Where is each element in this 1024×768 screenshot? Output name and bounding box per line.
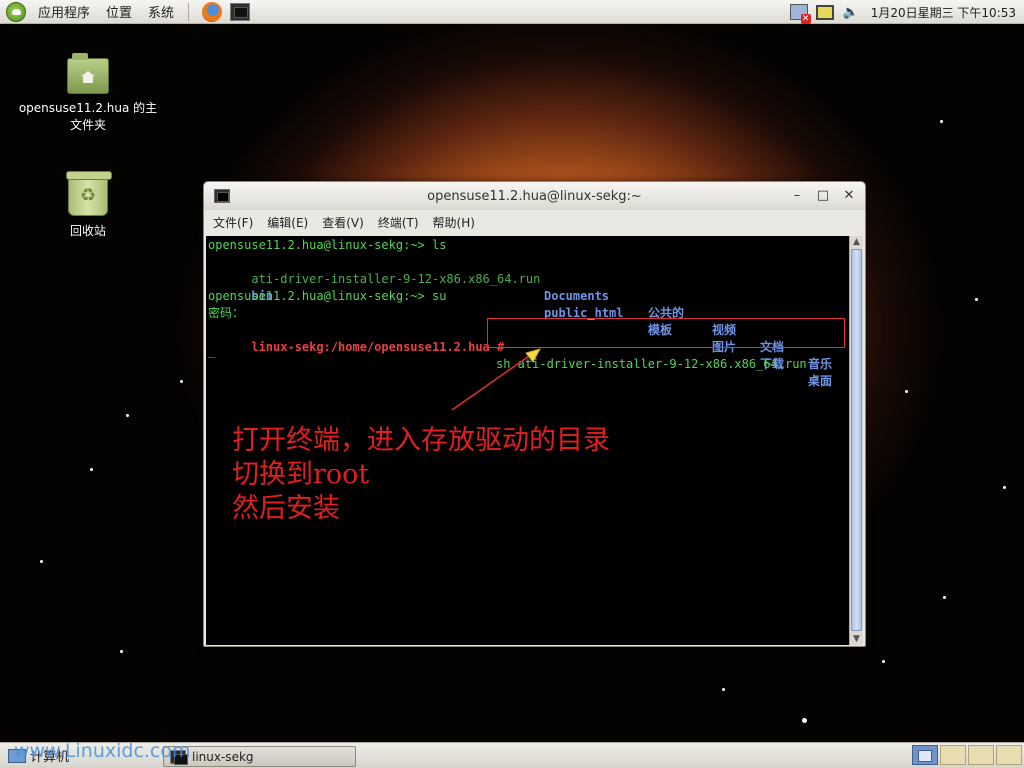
annotation-line: 切换到root (232, 459, 370, 490)
window-title: opensuse11.2.hua@linux-sekg:~ (427, 188, 642, 204)
watermark: www.Linuxidc.com (14, 740, 191, 762)
terminal-line: ati-driver-installer-9-12-x86.x86_64.run… (208, 254, 847, 371)
star (90, 468, 93, 471)
firefox-icon (202, 1, 223, 22)
panel-separator (188, 2, 190, 21)
star (180, 380, 183, 383)
home-folder-label: opensuse11.2.hua 的主文件夹 (18, 101, 158, 132)
trash-label: 回收站 (69, 224, 106, 238)
star (943, 596, 946, 599)
volume-control[interactable]: 🔈 (841, 3, 861, 21)
terminal-launcher[interactable] (229, 2, 251, 22)
system-tray: 🔈 1月20日星期三 下午10:53 (789, 0, 1016, 24)
menu-system[interactable]: 系统 (144, 0, 178, 23)
opensuse-logo-icon[interactable] (6, 1, 26, 22)
maximize-button[interactable]: □ (813, 186, 833, 206)
star (802, 718, 807, 723)
workspace-4[interactable] (996, 745, 1022, 765)
menu-places[interactable]: 位置 (102, 0, 136, 23)
terminal-icon (230, 2, 251, 21)
workspace-2[interactable] (940, 745, 966, 765)
menu-file[interactable]: 文件(F) (208, 214, 258, 231)
star (905, 390, 908, 393)
desktop-trash[interactable]: 回收站 (18, 171, 158, 239)
star (940, 120, 943, 123)
terminal-scrollbar[interactable]: ▲ ▼ (849, 236, 863, 645)
window-menubar: 文件(F) 编辑(E) 查看(V) 终端(T) 帮助(H) (204, 210, 865, 234)
menu-view[interactable]: 查看(V) (317, 214, 369, 231)
taskbar-item-terminal[interactable]: linux-sekg (163, 746, 356, 767)
prompt-su: opensuse11.2.hua@linux-sekg:~> su (208, 289, 447, 303)
clock[interactable]: 1月20日星期三 下午10:53 (871, 4, 1016, 21)
terminal-window: opensuse11.2.hua@linux-sekg:~ – □ ✕ 文件(F… (203, 181, 866, 647)
star (882, 660, 885, 663)
annotation-arrow (451, 348, 542, 411)
desktop-home-folder[interactable]: opensuse11.2.hua 的主文件夹 (18, 53, 158, 134)
star (1003, 486, 1006, 489)
terminal-cursor: _ (208, 344, 216, 358)
command-highlight-box (487, 318, 845, 348)
workspace-switcher (912, 745, 1022, 765)
top-panel: 应用程序 位置 系统 🔈 1月20日星期三 下午10:53 (0, 0, 1024, 24)
monitor-icon (815, 4, 834, 20)
speaker-icon: 🔈 (842, 4, 859, 20)
star (975, 298, 978, 301)
terminal-line: bin public_html 模板 图片 下载 桌面 (208, 271, 847, 388)
taskbar-item-label: linux-sekg (192, 749, 254, 764)
password-prompt: 密码： (208, 306, 245, 320)
star (722, 688, 725, 691)
menu-edit[interactable]: 编辑(E) (262, 214, 313, 231)
menu-terminal[interactable]: 终端(T) (373, 214, 424, 231)
display-settings[interactable] (815, 3, 835, 21)
network-disconnected-icon (789, 4, 811, 24)
terminal-line: opensuse11.2.hua@linux-sekg:~> su (208, 288, 847, 305)
scroll-down-arrow-icon[interactable]: ▼ (850, 633, 863, 645)
annotation-text: 打开终端，进入存放驱动的目录 切换到root 然后安装 (232, 424, 610, 526)
network-status[interactable] (789, 3, 811, 24)
home-folder-icon (67, 53, 109, 94)
annotation-line: 然后安装 (232, 493, 340, 524)
trash-icon (66, 171, 112, 216)
minimize-button[interactable]: – (787, 186, 807, 206)
prompt-ls: opensuse11.2.hua@linux-sekg:~> ls (208, 238, 447, 252)
scroll-up-arrow-icon[interactable]: ▲ (850, 236, 863, 248)
terminal-line: opensuse11.2.hua@linux-sekg:~> ls (208, 237, 847, 254)
menu-applications[interactable]: 应用程序 (34, 0, 94, 23)
scrollbar-thumb[interactable] (851, 249, 862, 631)
ls-entry: 桌面 (808, 374, 833, 388)
terminal-output[interactable]: opensuse11.2.hua@linux-sekg:~> ls ati-dr… (206, 236, 849, 645)
star (120, 650, 123, 653)
annotation-line: 打开终端，进入存放驱动的目录 (232, 425, 610, 456)
window-titlebar[interactable]: opensuse11.2.hua@linux-sekg:~ – □ ✕ (204, 182, 865, 210)
workspace-1[interactable] (912, 745, 938, 765)
menu-help[interactable]: 帮助(H) (428, 214, 480, 231)
star (126, 414, 129, 417)
firefox-launcher[interactable] (201, 1, 223, 22)
star (40, 560, 43, 563)
close-button[interactable]: ✕ (839, 186, 859, 206)
workspace-3[interactable] (968, 745, 994, 765)
